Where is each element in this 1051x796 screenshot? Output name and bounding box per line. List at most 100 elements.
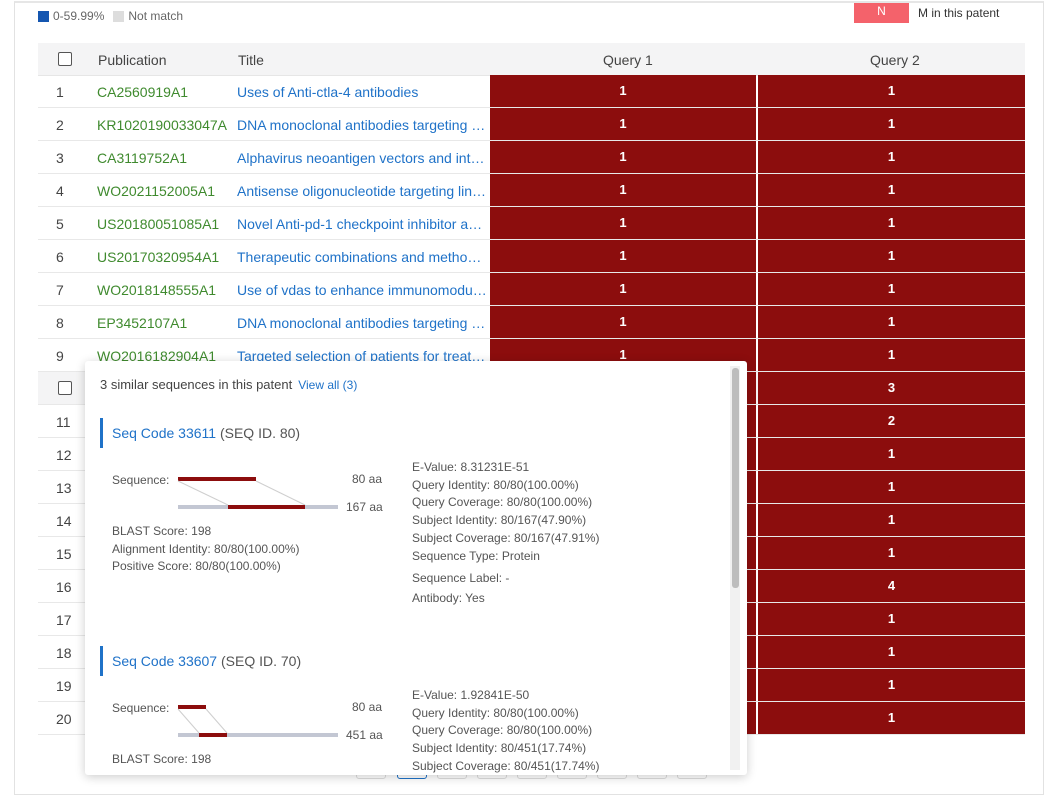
table-row[interactable]: 2KR1020190033047ADNA monoclonal antibodi… — [38, 108, 1025, 141]
query2-match-cell[interactable]: 1 — [758, 108, 1025, 140]
query1-match-cell[interactable]: 1 — [490, 141, 756, 173]
similar-sequences-popup: 3 similar sequences in this patent View a… — [85, 361, 747, 775]
query1-match-cell[interactable]: 1 — [490, 240, 756, 272]
seq-id-1: (SEQ ID. 80) — [220, 425, 300, 441]
table-row[interactable]: 3CA3119752A1Alphavirus neoantigen vector… — [38, 141, 1025, 174]
query1-match-cell[interactable]: 1 — [490, 207, 756, 239]
query2-match-cell[interactable]: 1 — [758, 438, 1025, 470]
publication-link[interactable]: CA2560919A1 — [97, 84, 188, 100]
align-line-left-1 — [178, 481, 228, 505]
subject-identity-1: Subject Identity: 80/167(47.90%) — [412, 513, 586, 527]
title-link[interactable]: Novel Anti-pd-1 checkpoint inhibitor a… — [237, 216, 487, 232]
table-row[interactable]: 4 WO2021152005A1 Antisense oligonucleotide… — [38, 174, 1025, 207]
query2-match-cell[interactable]: 1 — [758, 669, 1025, 701]
title-link[interactable]: Alphavirus neoantigen vectors and int… — [237, 150, 487, 166]
query2-match-cell[interactable]: 1 — [758, 504, 1025, 536]
query2-match-cell[interactable]: 1 — [758, 603, 1025, 635]
evalue-1: E-Value: 8.31231E-51 — [412, 460, 529, 474]
blast-score-1: BLAST Score: 198 — [112, 524, 211, 538]
seq-id-2: (SEQ ID. 70) — [221, 653, 301, 669]
view-all-link[interactable]: View all (3) — [298, 378, 357, 392]
seq-code-link-1[interactable]: Seq Code 33611 — [112, 425, 216, 441]
query1-match-cell[interactable]: 1 — [490, 108, 756, 140]
query-bar-2 — [178, 705, 206, 709]
query1-match-cell[interactable]: 1 — [490, 306, 756, 338]
row-number: 15 — [56, 546, 72, 562]
query2-match-cell[interactable]: 4 — [758, 570, 1025, 602]
publication-link[interactable]: WO2021152005A1 — [97, 183, 215, 199]
title-link[interactable]: Antisense oligonucleotide targeting lin… — [237, 183, 487, 199]
subject-length-1: 167 aa — [346, 500, 383, 514]
publication-link[interactable]: EP3452107A1 — [97, 315, 187, 331]
legend-n-box: N — [854, 3, 909, 23]
row-number: 14 — [56, 513, 72, 529]
select-all-checkbox[interactable] — [58, 52, 72, 66]
row-number: 7 — [56, 282, 64, 298]
alignment-graphic-2 — [177, 702, 357, 742]
query2-match-cell[interactable]: 3 — [758, 372, 1025, 404]
row-number: 18 — [56, 645, 72, 661]
query2-match-cell[interactable]: 2 — [758, 405, 1025, 437]
popup-heading: 3 similar sequences in this patent View a… — [100, 377, 357, 392]
query2-match-cell[interactable]: 1 — [758, 306, 1025, 338]
publication-link[interactable]: US20180051085A1 — [97, 216, 219, 232]
legend-notmatch-label: Not match — [128, 9, 183, 23]
publication-link[interactable]: CA3119752A1 — [97, 150, 187, 166]
subject-match-bar-2 — [199, 733, 227, 737]
row-number: 1 — [56, 84, 64, 100]
subject-match-bar-1 — [228, 505, 305, 509]
sequence-type-1: Sequence Type: Protein — [412, 549, 540, 563]
table-row[interactable]: 6US20170320954A1Therapeutic combinations… — [38, 240, 1025, 273]
query2-match-cell[interactable]: 1 — [758, 240, 1025, 272]
header-publication: Publication — [98, 52, 167, 68]
popup-scrollbar-thumb[interactable] — [732, 368, 739, 588]
publication-link[interactable]: KR1020190033047A — [97, 117, 227, 133]
query1-match-cell[interactable]: 1 — [490, 75, 756, 107]
query-identity-1: Query Identity: 80/80(100.00%) — [412, 478, 579, 492]
row-number: 17 — [56, 612, 72, 628]
row-checkbox[interactable] — [58, 381, 72, 395]
legend-range: 0-59.99% — [38, 9, 104, 23]
legend-range-label: 0-59.99% — [53, 9, 104, 23]
query2-match-cell[interactable]: 1 — [758, 141, 1025, 173]
title-link[interactable]: DNA monoclonal antibodies targeting … — [237, 315, 487, 331]
row-number: 20 — [56, 711, 72, 727]
query-identity-2: Query Identity: 80/80(100.00%) — [412, 706, 579, 720]
query2-match-cell[interactable]: 1 — [758, 207, 1025, 239]
query2-match-cell[interactable]: 1 — [758, 273, 1025, 305]
antibody-1: Antibody: Yes — [412, 591, 485, 605]
table-row[interactable]: 8EP3452107A1DNA monoclonal antibodies ta… — [38, 306, 1025, 339]
sequence-label-2: Sequence: — [112, 701, 169, 715]
query2-match-cell[interactable]: 1 — [758, 471, 1025, 503]
query2-match-cell[interactable]: 1 — [758, 702, 1025, 734]
publication-link[interactable]: US20170320954A1 — [97, 249, 219, 265]
popup-heading-text: 3 similar sequences in this patent — [100, 377, 292, 392]
query2-match-cell[interactable]: 1 — [758, 339, 1025, 371]
sequence-card-2: Seq Code 33607 (SEQ ID. 70) Sequence: 80… — [100, 646, 730, 775]
seq-code-link-2[interactable]: Seq Code 33607 — [112, 653, 217, 669]
publication-link[interactable]: WO2018148555A1 — [97, 282, 216, 298]
query1-match-cell[interactable]: 1 — [490, 174, 756, 206]
title-link[interactable]: Use of vdas to enhance immunomodu… — [237, 282, 487, 298]
table-header: Publication Title Query 1 Query 2 — [38, 43, 1025, 76]
legend: 0-59.99% Not match — [38, 9, 192, 23]
row-number: 16 — [56, 579, 72, 595]
table-row[interactable]: 5US20180051085A1Novel Anti-pd-1 checkpoi… — [38, 207, 1025, 240]
query2-match-cell[interactable]: 1 — [758, 636, 1025, 668]
query1-match-cell[interactable]: 1 — [490, 273, 756, 305]
sequence-label-1: Sequence: — [112, 473, 169, 487]
query-coverage-1: Query Coverage: 80/80(100.00%) — [412, 495, 592, 509]
title-link[interactable]: Therapeutic combinations and metho… — [237, 249, 487, 265]
align-line-right-2 — [206, 709, 227, 733]
row-number: 4 — [56, 183, 64, 199]
query2-match-cell[interactable]: 1 — [758, 537, 1025, 569]
title-link[interactable]: Uses of Anti-ctla-4 antibodies — [237, 84, 487, 100]
evalue-2: E-Value: 1.92841E-50 — [412, 688, 529, 702]
query2-match-cell[interactable]: 1 — [758, 75, 1025, 107]
table-row[interactable]: 1 CA2560919A1 Uses of Anti-ctla-4 antibodi… — [38, 75, 1025, 108]
table-row[interactable]: 7 WO2018148555A1 Use of vdas to enhance im… — [38, 273, 1025, 306]
title-link[interactable]: DNA monoclonal antibodies targeting … — [237, 117, 487, 133]
query2-match-cell[interactable]: 1 — [758, 174, 1025, 206]
query-length-1: 80 aa — [352, 472, 382, 486]
sequence-label-value-1: Sequence Label: - — [412, 571, 509, 585]
